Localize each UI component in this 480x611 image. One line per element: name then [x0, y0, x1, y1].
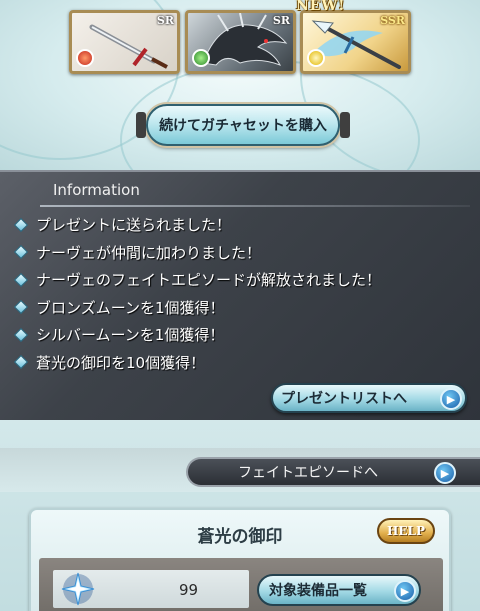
list-item: シルバームーンを1個獲得！ [13, 321, 381, 349]
play-arrow-icon: ▶ [394, 580, 416, 602]
seal-count: 99 [179, 581, 199, 599]
information-list: プレゼントに送られました！ ナーヴェが仲間に加わりました！ ナーヴェのフェイトエ… [13, 211, 382, 377]
new-badge: NEW! [296, 0, 346, 14]
button-ornament-left [136, 112, 146, 138]
information-panel: Information プレゼントに送られました！ ナーヴェが仲間に加わりました… [0, 170, 480, 420]
present-list-button[interactable]: プレゼントリストへ ▶ [271, 383, 467, 413]
list-item: ブロンズムーンを1個獲得！ [13, 294, 381, 322]
blue-star-seal-icon [61, 572, 95, 606]
seal-card: 蒼光の御印 HELP 99 対象装備品一覧 ▶ [29, 508, 451, 611]
play-arrow-icon: ▶ [434, 462, 456, 484]
list-item: 蒼光の御印を10個獲得！ [13, 349, 381, 377]
seal-row: 99 対象装備品一覧 ▶ [39, 558, 443, 611]
information-title: Information [53, 181, 140, 199]
diamond-bullet-icon [13, 327, 29, 342]
list-item-text: プレゼントに送られました！ [36, 216, 232, 235]
list-item-text: 蒼光の御印を10個獲得！ [36, 353, 206, 372]
button-ornament-right [340, 112, 350, 138]
summon-card-1[interactable]: SR [69, 10, 180, 74]
rarity-badge: SSR [380, 14, 405, 27]
help-label: HELP [387, 524, 425, 538]
fate-episode-label: フェイトエピソードへ [238, 465, 378, 481]
divider [40, 205, 470, 207]
fire-element-icon [76, 49, 94, 67]
fate-episode-button[interactable]: フェイトエピソードへ ▶ [186, 457, 480, 487]
buy-gacha-set-again-label: 続けてガチャセットを購入 [159, 118, 327, 134]
list-item-text: ナーヴェのフェイトエピソードが解放されました！ [36, 271, 382, 290]
summon-card-3[interactable]: SSR [300, 10, 411, 74]
rarity-badge: SR [156, 14, 174, 27]
wind-element-icon [192, 49, 210, 67]
buy-gacha-set-again-button[interactable]: 続けてガチャセットを購入 [136, 104, 350, 146]
present-list-label: プレゼントリストへ [281, 391, 407, 407]
diamond-bullet-icon [13, 355, 29, 370]
diamond-bullet-icon [13, 272, 29, 287]
list-item-text: ブロンズムーンを1個獲得！ [36, 298, 225, 317]
list-item: ナーヴェのフェイトエピソードが解放されました！ [13, 266, 382, 294]
list-item-text: ナーヴェが仲間に加わりました！ [36, 243, 262, 262]
summon-result-area: SR SR SSR NEW! 続けてガチャセットを購入 [0, 0, 480, 170]
help-button[interactable]: HELP [377, 518, 435, 544]
diamond-bullet-icon [13, 300, 29, 315]
diamond-bullet-icon [13, 245, 29, 260]
light-element-icon [307, 49, 325, 67]
summon-card-2[interactable]: SR [185, 10, 296, 74]
rarity-badge: SR [272, 14, 290, 27]
list-item-text: シルバームーンを1個獲得！ [36, 326, 225, 345]
target-equipment-list-button[interactable]: 対象装備品一覧 ▶ [257, 574, 421, 606]
target-equipment-list-label: 対象装備品一覧 [269, 583, 367, 599]
diamond-bullet-icon [13, 217, 29, 232]
play-arrow-icon: ▶ [440, 388, 462, 410]
list-item: ナーヴェが仲間に加わりました！ [13, 239, 381, 267]
list-item: プレゼントに送られました！ [13, 211, 381, 239]
